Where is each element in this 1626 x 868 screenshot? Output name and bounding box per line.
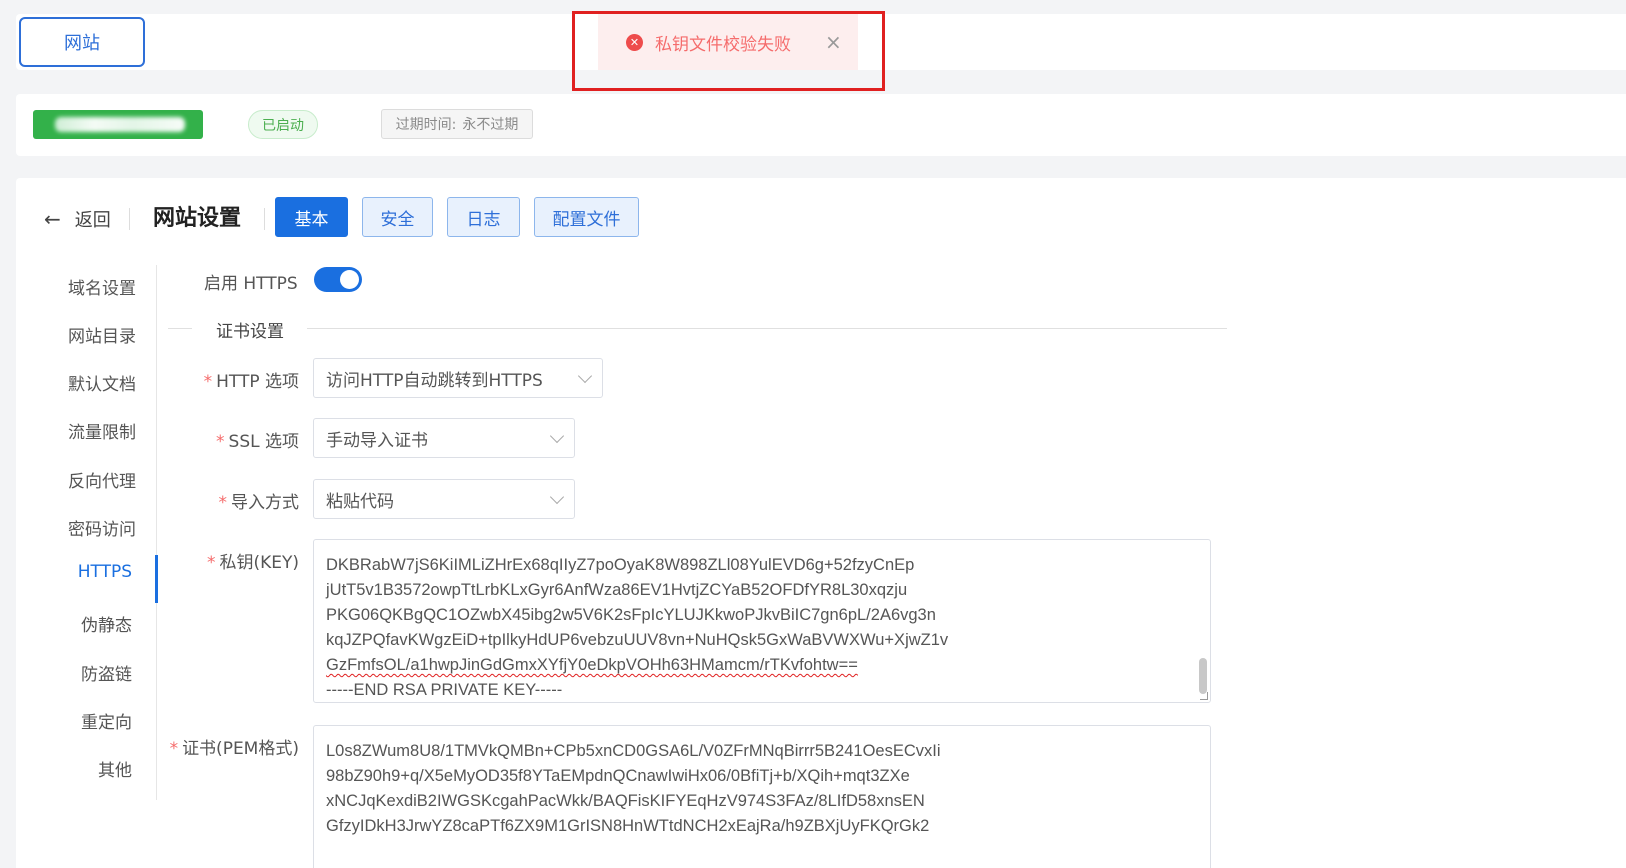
ssl-option-label: * SSL 选项	[216, 432, 299, 452]
ssl-option-value: 手动导入证书	[326, 430, 428, 451]
tab-logs[interactable]: 日志	[447, 197, 520, 237]
spellcheck-line: GzFmfsOL/a1hwpJinGdGmxXYfjY0eDkpVOHh63HM…	[326, 656, 858, 674]
toggle-knob	[340, 270, 359, 289]
import-method-select[interactable]: 粘贴代码	[313, 479, 575, 519]
divider	[129, 208, 130, 230]
import-method-label: * 导入方式	[218, 493, 300, 513]
back-button[interactable]: ← 返回	[44, 206, 111, 232]
status-badge: 已启动	[248, 110, 318, 139]
toast-message: 私钥文件校验失败	[655, 34, 791, 55]
tab-security[interactable]: 安全	[362, 197, 433, 237]
textarea-line: 98bZ90h9+q/X5eMyOD35f8YTaEMpdnQCnawIwiHx…	[326, 767, 910, 785]
arrow-left-icon: ←	[44, 207, 61, 231]
section-title: 证书设置	[216, 322, 284, 342]
expiry-value: 永不过期	[462, 117, 519, 133]
textarea-line: xNCJqKexdiB2IWGSKcgahPacWkk/BAQFisKIFYEq…	[326, 792, 925, 810]
tab-config-file[interactable]: 配置文件	[534, 197, 639, 237]
expiry-label: 过期时间:	[395, 117, 457, 133]
http-option-select[interactable]: 访问HTTP自动跳转到HTTPS	[313, 358, 603, 398]
sidebar-active-indicator	[155, 555, 158, 603]
textarea-line: GfzyIDkH3JrwYZ8caPTf6ZX9M1GrISN8HnWTtdNC…	[326, 817, 930, 835]
error-circle-icon: ✕	[626, 33, 643, 51]
site-info-bar: 已启动 过期时间: 永不过期	[16, 94, 1626, 156]
chevron-down-icon	[577, 368, 593, 384]
certificate-textarea[interactable]: L0s8ZWum8U8/1TMVkQMBn+CPb5xnCD0GSA6L/V0Z…	[313, 725, 1211, 868]
textarea-line-partial	[314, 726, 1210, 739]
section-divider	[307, 328, 1227, 329]
textarea-line: L0s8ZWum8U8/1TMVkQMBn+CPb5xnCD0GSA6L/V0Z…	[326, 742, 941, 760]
sidebar-divider	[156, 265, 157, 800]
textarea-line: GzFmfsOL/a1hwpJinGdGmxXYfjY0eDkpVOHh63HM…	[314, 653, 1210, 678]
page-title: 网站设置	[153, 206, 242, 231]
certificate-label: * 证书(PEM格式)	[169, 739, 299, 759]
site-name-redacted	[33, 110, 203, 139]
sidebar-item-directory[interactable]: 网站目录	[68, 322, 136, 347]
resize-handle-icon[interactable]	[1200, 692, 1208, 700]
textarea-line: -----END RSA PRIVATE KEY-----	[326, 681, 563, 699]
textarea-line: PKG06QKBgQC1OZwbX45ibg2w5V6K2sFpIcYLUJKk…	[326, 606, 936, 624]
sidebar-item-hotlink[interactable]: 防盗链	[81, 660, 132, 685]
http-option-value: 访问HTTP自动跳转到HTTPS	[326, 370, 543, 391]
website-button[interactable]: 网站	[19, 17, 145, 67]
private-key-textarea[interactable]: DKBRabW7jS6KiIMLiZHrEx68qIIyZ7poOyaK8W89…	[313, 539, 1211, 703]
tab-basic[interactable]: 基本	[275, 197, 348, 237]
error-toast: ✕ 私钥文件校验失败 ×	[598, 14, 858, 70]
http-option-label: * HTTP 选项	[203, 372, 299, 392]
textarea-line-partial	[314, 540, 1210, 553]
private-key-label: * 私钥(KEY)	[206, 553, 299, 573]
sidebar-item-default-doc[interactable]: 默认文档	[68, 370, 136, 395]
sidebar-item-reverse-proxy[interactable]: 反向代理	[68, 467, 136, 492]
scrollbar-thumb[interactable]	[1199, 658, 1207, 694]
settings-panel: ← 返回 网站设置 基本 安全 日志 配置文件 域名设置 网站目录 默认文档 流…	[16, 178, 1626, 868]
sidebar-item-traffic-limit[interactable]: 流量限制	[68, 418, 136, 443]
back-label: 返回	[74, 210, 111, 231]
sidebar-item-https[interactable]: HTTPS	[78, 562, 132, 582]
textarea-line: DKBRabW7jS6KiIMLiZHrEx68qIIyZ7poOyaK8W89…	[326, 556, 915, 574]
chevron-down-icon	[549, 428, 565, 444]
import-method-value: 粘贴代码	[326, 491, 394, 512]
sidebar-item-redirect[interactable]: 重定向	[81, 708, 132, 733]
textarea-line: jUtT5v1B3572owpTtLrbKLxGyr6AnfWza86EV1Hv…	[326, 581, 908, 599]
sidebar-item-other[interactable]: 其他	[98, 756, 132, 781]
sidebar-item-password-access[interactable]: 密码访问	[68, 515, 136, 540]
sidebar-item-domain[interactable]: 域名设置	[68, 274, 136, 299]
expiry-badge: 过期时间: 永不过期	[381, 109, 533, 139]
ssl-option-select[interactable]: 手动导入证书	[313, 418, 575, 458]
chevron-down-icon	[549, 489, 565, 505]
https-toggle[interactable]	[314, 267, 362, 292]
close-icon[interactable]: ×	[825, 30, 842, 54]
sidebar-item-rewrite[interactable]: 伪静态	[81, 611, 132, 636]
textarea-line: kqJZPQfavKWgzEiD+tpIlkyHdUP6vebzuUUV8vn+…	[326, 631, 949, 649]
https-label: 启用 HTTPS	[204, 274, 298, 294]
section-divider	[168, 328, 192, 329]
divider	[264, 208, 265, 230]
